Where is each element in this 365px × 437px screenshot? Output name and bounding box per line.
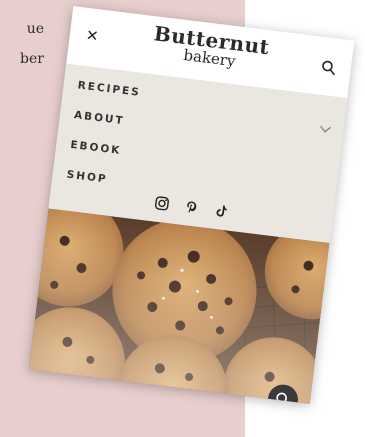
- background-text-line-1: ue: [26, 21, 44, 37]
- search-button[interactable]: [320, 59, 338, 77]
- menu-item-ebook[interactable]: EBOOK: [70, 139, 122, 157]
- tiktok-icon[interactable]: [213, 203, 229, 219]
- search-icon: [322, 60, 335, 76]
- search-fab-button[interactable]: [266, 382, 300, 404]
- cookie-photo: [28, 196, 355, 404]
- menu-item-about[interactable]: ABOUT: [73, 109, 125, 127]
- mobile-screen: ✕ Butternut bakery RECIPES ABOUT EBOOK S…: [28, 6, 355, 404]
- menu-item-shop[interactable]: SHOP: [66, 169, 108, 186]
- chevron-down-icon[interactable]: [319, 125, 332, 134]
- menu-item-recipes[interactable]: RECIPES: [77, 79, 141, 99]
- search-icon: [276, 392, 289, 404]
- pinterest-icon[interactable]: [183, 199, 199, 215]
- instagram-icon[interactable]: [154, 196, 170, 212]
- background-text: ue ber: [0, 14, 44, 74]
- background-text-line-2: ber: [20, 51, 44, 67]
- cookie-image: [28, 196, 355, 404]
